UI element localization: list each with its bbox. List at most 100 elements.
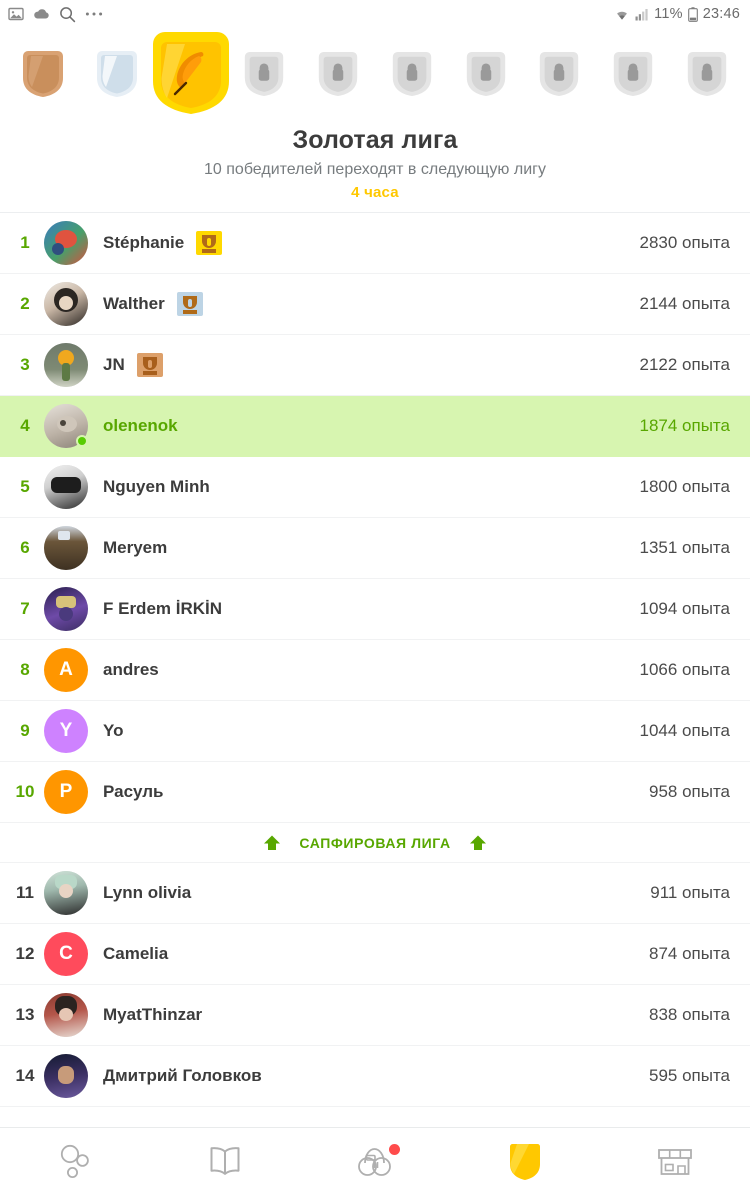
avatar[interactable] [44, 404, 88, 448]
xp-value: 2144 опыта [639, 294, 730, 313]
nav-stories-button[interactable] [150, 1128, 300, 1200]
username: Nguyen Minh [103, 477, 210, 496]
avatar[interactable] [44, 282, 88, 326]
league-badge-emerald-locked[interactable] [375, 28, 449, 120]
table-row[interactable]: 14 Дмитрий Головков 595 опыта [0, 1046, 750, 1107]
promotion-subtitle: 10 победителей переходят в следующую лиг… [204, 160, 546, 178]
open-book-icon [205, 1143, 245, 1186]
gold-medal-icon [195, 230, 223, 256]
table-row[interactable]: 9 Y Yo 1044 опыта [0, 701, 750, 762]
leaderboard: 1 Stéphanie 2830 опыта 2 Walther 2144 оп… [0, 213, 750, 1127]
gold-league-badge-icon [147, 28, 235, 120]
avatar-initial: A [59, 659, 73, 680]
avatar[interactable]: A [44, 648, 88, 692]
image-icon [8, 6, 24, 22]
locked-league-badge-icon [610, 48, 656, 100]
table-row[interactable]: 3 JN 2122 опыта [0, 335, 750, 396]
table-row[interactable]: 1 Stéphanie 2830 опыта [0, 213, 750, 274]
silver-league-badge-icon [93, 47, 141, 101]
xp-value: 2830 опыта [639, 233, 730, 252]
locked-league-badge-icon [684, 48, 730, 100]
table-row[interactable]: 13 MyatThinzar 838 опыта [0, 985, 750, 1046]
xp-value: 1044 опыта [639, 721, 730, 740]
bronze-medal-icon [136, 352, 164, 378]
xp-value: 1094 опыта [639, 599, 730, 618]
gold-shield-icon [507, 1141, 543, 1188]
league-badge-diamond-locked[interactable] [670, 28, 744, 120]
signal-icon [635, 8, 649, 21]
username: Stéphanie [103, 233, 185, 252]
nav-leagues-button[interactable] [450, 1128, 600, 1200]
league-badge-amethyst-locked[interactable] [449, 28, 523, 120]
table-row[interactable]: 5 Nguyen Minh 1800 опыта [0, 457, 750, 518]
nav-shop-button[interactable] [600, 1128, 750, 1200]
battery-icon [687, 6, 698, 22]
avatar[interactable]: Y [44, 709, 88, 753]
league-badge-gold[interactable] [152, 28, 229, 120]
rank-number: 3 [20, 355, 30, 374]
league-header: Золотая лига 10 победителей переходят в … [0, 120, 750, 213]
online-status-dot [76, 435, 88, 447]
table-row-current-user[interactable]: 4 olenenok 1874 опыта [0, 396, 750, 457]
table-row[interactable]: 11 Lynn olivia 911 опыта [0, 863, 750, 924]
username: Lynn olivia [103, 883, 192, 902]
rank-number: 12 [15, 944, 35, 963]
avatar[interactable] [44, 1054, 88, 1098]
status-bar: 11% 23:46 [0, 0, 750, 28]
table-row[interactable]: 6 Meryem 1351 опыта [0, 518, 750, 579]
league-badge-sapphire-locked[interactable] [227, 28, 301, 120]
xp-value: 1066 опыта [639, 660, 730, 679]
nav-learn-button[interactable] [0, 1128, 150, 1200]
locked-league-badge-icon [536, 48, 582, 100]
league-badge-bronze[interactable] [6, 28, 80, 120]
league-badge-ruby-locked[interactable] [301, 28, 375, 120]
avatar[interactable] [44, 526, 88, 570]
league-badge-obsidian-locked[interactable] [596, 28, 670, 120]
avatar-initial: Y [59, 720, 73, 741]
table-row[interactable]: 10 Р Расуль 958 опыта [0, 762, 750, 823]
xp-value: 2122 опыта [639, 355, 730, 374]
league-badge-silver[interactable] [80, 28, 154, 120]
username: Walther [103, 294, 165, 313]
battery-percent: 11% [654, 6, 683, 22]
xp-value: 595 опыта [648, 1066, 730, 1085]
avatar[interactable] [44, 587, 88, 631]
avatar-initial: Р [59, 781, 73, 802]
table-row[interactable]: 8 A andres 1066 опыта [0, 640, 750, 701]
avatar[interactable]: Р [44, 770, 88, 814]
username: Yo [103, 721, 124, 740]
locked-league-badge-icon [241, 48, 287, 100]
clock: 23:46 [702, 6, 740, 22]
avatar[interactable] [44, 993, 88, 1037]
avatar[interactable] [44, 871, 88, 915]
username: olenenok [103, 416, 178, 435]
locked-league-badge-icon [463, 48, 509, 100]
rank-number: 4 [20, 416, 30, 435]
xp-value: 958 опыта [648, 782, 730, 801]
avatar[interactable] [44, 343, 88, 387]
table-row[interactable]: 2 Walther 2144 опыта [0, 274, 750, 335]
rank-number: 9 [20, 721, 30, 740]
table-row[interactable]: 12 C Camelia 874 опыта [0, 924, 750, 985]
xp-value: 911 опыта [650, 883, 730, 902]
rank-number: 13 [15, 1005, 35, 1024]
rank-number: 14 [15, 1066, 35, 1085]
promotion-divider: САПФИРОВАЯ ЛИГА [0, 823, 750, 863]
league-badge-pearl-locked[interactable] [523, 28, 597, 120]
search-icon [59, 6, 76, 23]
table-row[interactable]: 7 F Erdem İRKİN 1094 опыта [0, 579, 750, 640]
league-badge-strip[interactable] [0, 28, 750, 120]
nav-profile-button[interactable] [300, 1128, 450, 1200]
username: JN [103, 355, 125, 374]
bottom-navigation[interactable] [0, 1127, 750, 1200]
avatar[interactable] [44, 221, 88, 265]
avatar[interactable]: C [44, 932, 88, 976]
cloud-icon [33, 7, 50, 21]
username: Дмитрий Головков [103, 1066, 262, 1085]
rank-number: 7 [20, 599, 30, 618]
xp-value: 838 опыта [648, 1005, 730, 1024]
avatar[interactable] [44, 465, 88, 509]
locked-league-badge-icon [315, 48, 361, 100]
rank-number: 6 [20, 538, 30, 557]
circles-tree-icon [55, 1141, 95, 1188]
